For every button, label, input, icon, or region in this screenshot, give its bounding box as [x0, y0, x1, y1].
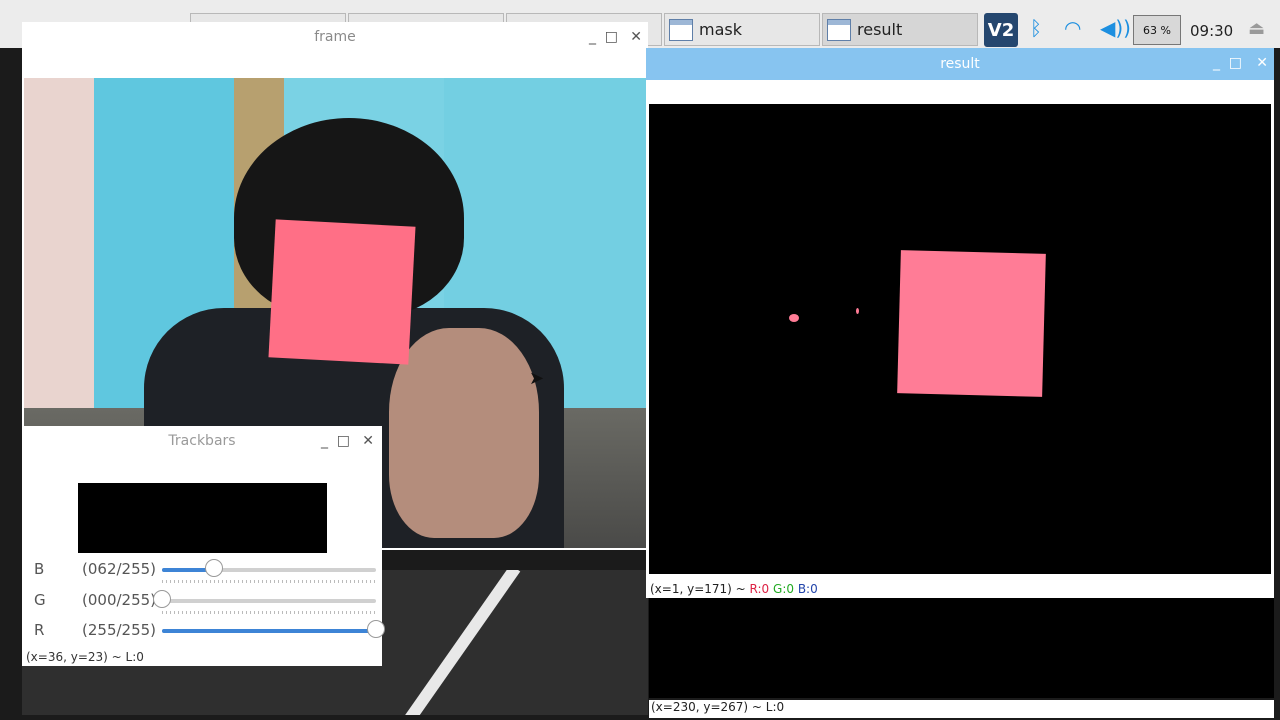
result-image-view [649, 104, 1271, 574]
slider-fill [162, 629, 376, 633]
trackbar-row-b: B (062/255) [34, 558, 378, 583]
taskbar-tab-mask[interactable]: mask [664, 13, 820, 46]
slider-r[interactable] [162, 620, 385, 638]
trackbars-titlebar[interactable]: Trackbars _ □ ✕ [22, 426, 382, 456]
trackbars-window: Trackbars _ □ ✕ B (062/255) G (000/255) … [22, 426, 385, 666]
window-icon [827, 18, 851, 41]
slider-knob[interactable] [205, 559, 224, 577]
bluetooth-icon[interactable]: ᛒ [1030, 16, 1042, 40]
window-title: result [940, 56, 980, 72]
window-title: frame [314, 29, 356, 45]
clock[interactable]: 09:30 [1190, 22, 1233, 40]
slider-ticks [162, 611, 376, 614]
result-titlebar[interactable]: result _ □ ✕ [646, 48, 1274, 80]
color-swatch [78, 483, 327, 553]
taskbar-tab-label: mask [699, 20, 742, 39]
noise-speck [856, 308, 859, 314]
close-button[interactable]: ✕ [630, 29, 642, 45]
slider-b[interactable] [162, 559, 376, 577]
channel-label: G [34, 591, 46, 609]
minimize-button[interactable]: _ [589, 29, 596, 45]
slider-g[interactable] [153, 590, 376, 608]
maximize-button[interactable]: □ [337, 433, 350, 449]
channel-label: R [34, 621, 45, 639]
trackbars-status: (x=36, y=23) ~ L:0 [26, 650, 144, 664]
road-stripe [395, 570, 521, 715]
channel-value: (000/255) [82, 591, 157, 609]
hand [389, 328, 539, 538]
taskbar-tab-label: result [857, 20, 903, 39]
volume-icon[interactable]: ◀)) [1100, 16, 1131, 40]
trackbar-row-r: R (255/255) [34, 619, 385, 643]
noise-speck [789, 314, 799, 322]
taskbar-tab-result[interactable]: result [822, 13, 978, 46]
close-button[interactable]: ✕ [1256, 55, 1268, 71]
slider-knob[interactable] [153, 590, 171, 608]
mouse-cursor-icon: ➤ [529, 368, 545, 389]
close-button[interactable]: ✕ [362, 433, 374, 449]
minimize-button[interactable]: _ [321, 433, 328, 449]
eject-icon[interactable]: ⏏ [1248, 18, 1265, 39]
window-icon [669, 18, 693, 41]
cpu-monitor[interactable]: 63 % [1133, 15, 1181, 45]
trackbar-row-g: G (000/255) [34, 589, 378, 614]
window-title: Trackbars [168, 433, 236, 449]
maximize-button[interactable]: □ [1229, 55, 1242, 71]
vnc-icon[interactable]: V2 [984, 13, 1018, 47]
wifi-icon[interactable]: ◠ [1064, 16, 1081, 40]
slider-knob[interactable] [367, 620, 385, 638]
slider-ticks [162, 580, 376, 583]
pink-card [268, 219, 416, 365]
masked-card [897, 250, 1046, 397]
frame-titlebar[interactable]: frame _ □ ✕ [22, 22, 648, 52]
result-window: result _ □ ✕ (x=1, y=171) ~ R:0 G:0 B:0 [646, 48, 1274, 598]
result-status: (x=1, y=171) ~ R:0 G:0 B:0 [650, 582, 818, 596]
channel-label: B [34, 560, 45, 578]
mask-status: (x=230, y=267) ~ L:0 [649, 700, 1274, 718]
channel-value: (062/255) [82, 560, 157, 578]
minimize-button[interactable]: _ [1213, 55, 1220, 71]
maximize-button[interactable]: □ [605, 29, 618, 45]
mask-image-view [649, 598, 1274, 698]
channel-value: (255/255) [82, 621, 157, 639]
